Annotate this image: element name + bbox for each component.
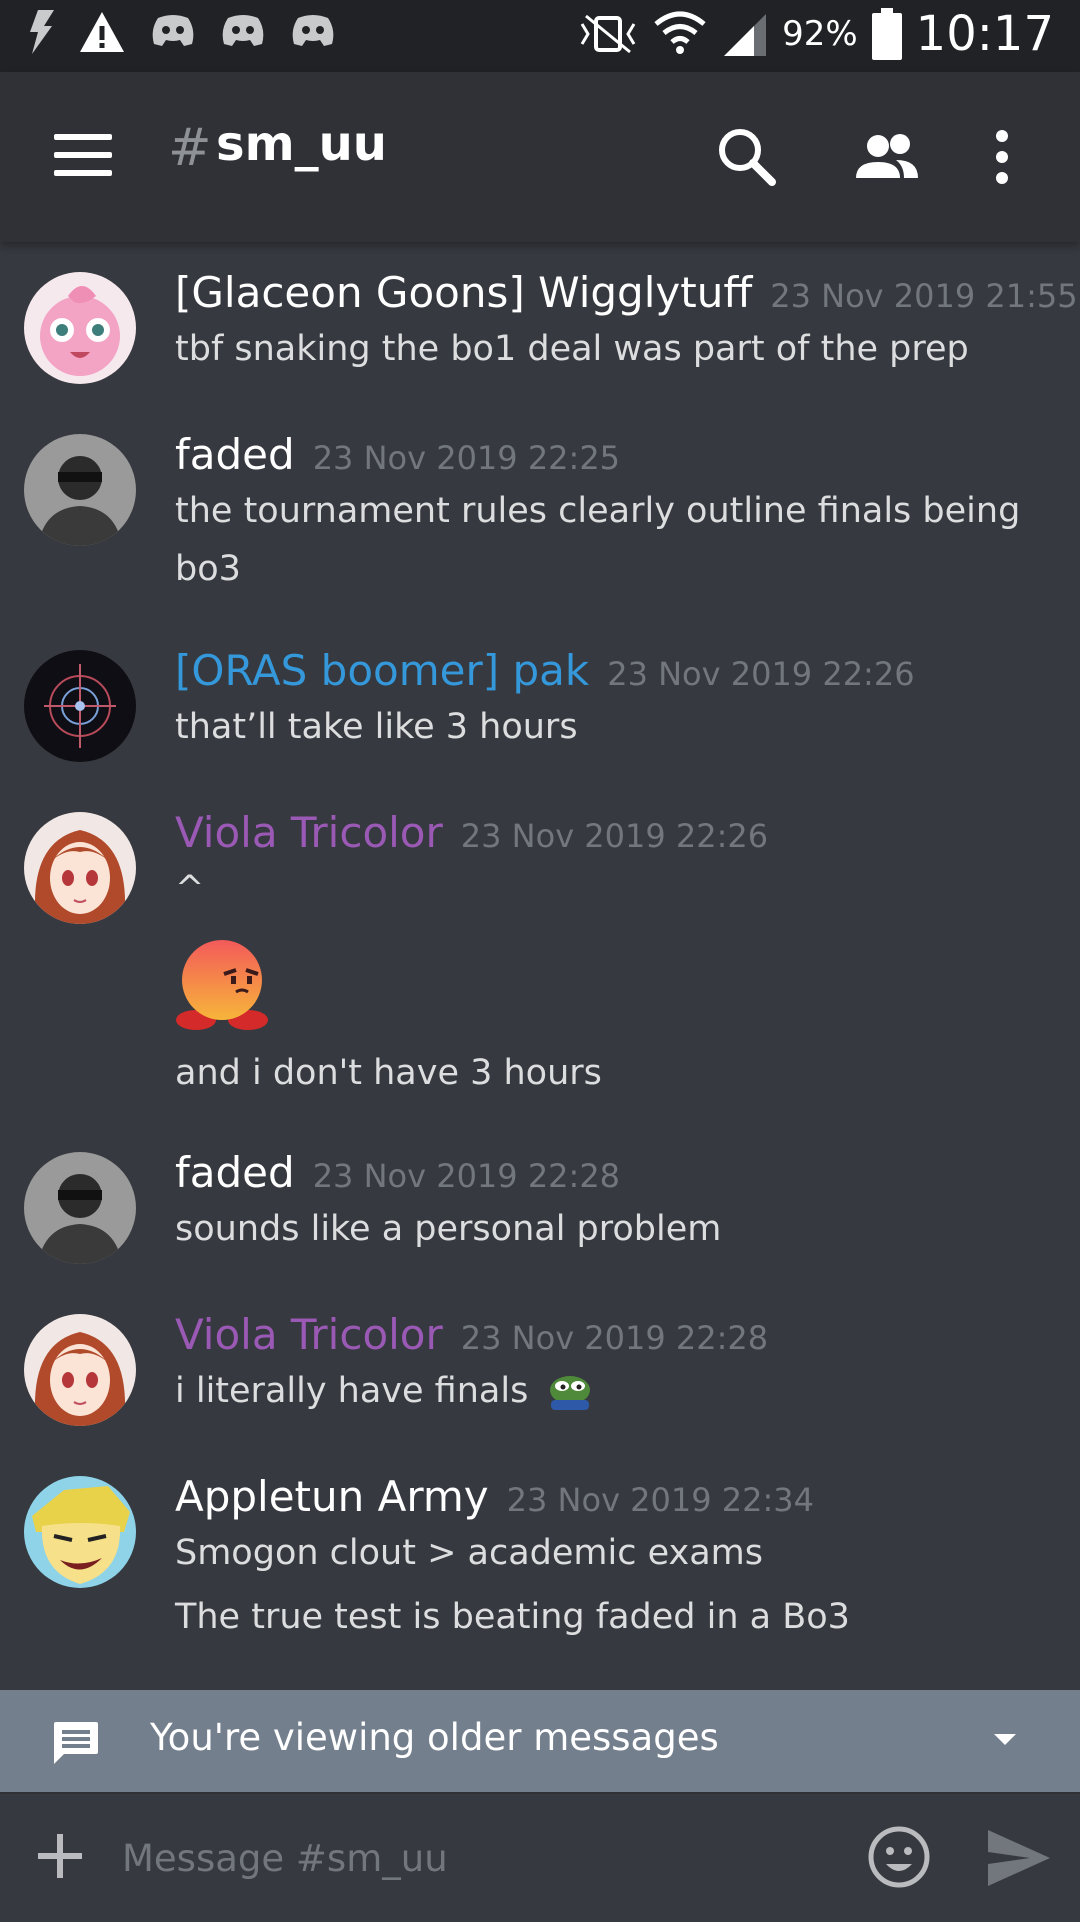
- vibrate-icon: [580, 14, 636, 54]
- battery-icon: [871, 8, 902, 60]
- abstract-art-avatar-icon: [24, 650, 136, 762]
- timestamp: 23 Nov 2019 21:55: [770, 277, 1078, 315]
- message-header: [ORAS boomer] pak 23 Nov 2019 22:26: [175, 646, 915, 695]
- more-vert-icon[interactable]: [982, 122, 1022, 192]
- plus-icon[interactable]: [32, 1828, 88, 1884]
- message-header: Appletun Army 23 Nov 2019 22:34: [175, 1472, 814, 1521]
- message-header: [Glaceon Goons] Wigglytuff 23 Nov 2019 21…: [175, 268, 1078, 317]
- message-text: and i don't have 3 hours: [175, 1053, 602, 1093]
- message-text-content: i literally have finals: [175, 1371, 529, 1411]
- message-list[interactable]: [Glaceon Goons] Wigglytuff 23 Nov 2019 21…: [0, 242, 1080, 1690]
- message-text: i literally have finals: [175, 1362, 1035, 1420]
- avatar[interactable]: [24, 1314, 136, 1426]
- timestamp: 23 Nov 2019 22:28: [460, 1319, 769, 1357]
- username[interactable]: Appletun Army: [175, 1472, 489, 1521]
- timestamp: 23 Nov 2019 22:25: [312, 439, 621, 477]
- search-icon[interactable]: [712, 122, 782, 192]
- timestamp: 23 Nov 2019 22:26: [607, 655, 915, 693]
- signal-icon: [724, 14, 767, 56]
- message-text: sounds like a personal problem: [175, 1209, 722, 1249]
- user-photo-avatar-icon: [24, 1152, 136, 1264]
- message-text: ^: [175, 869, 205, 909]
- discord-notification-icon: [152, 15, 194, 46]
- message-composer: [0, 1792, 1080, 1922]
- chat-bubble-icon: [54, 1722, 98, 1764]
- message-header: Viola Tricolor 23 Nov 2019 22:28: [175, 1310, 768, 1359]
- channel-name: sm_uu: [216, 116, 387, 172]
- menu-icon[interactable]: [54, 134, 112, 176]
- message-text: the tournament rules clearly outline fin…: [175, 491, 1021, 589]
- message-text: that’ll take like 3 hours: [175, 707, 578, 747]
- send-icon[interactable]: [986, 1828, 1052, 1888]
- message-header: faded 23 Nov 2019 22:28: [175, 1148, 620, 1197]
- username[interactable]: [Glaceon Goons] Wigglytuff: [175, 268, 752, 317]
- chevron-down-icon[interactable]: [992, 1732, 1018, 1748]
- username[interactable]: [ORAS boomer] pak: [175, 646, 589, 695]
- avatar[interactable]: [24, 1152, 136, 1264]
- channel-header: # sm_uu: [0, 72, 1080, 242]
- message-header: faded 23 Nov 2019 22:25: [175, 430, 620, 479]
- user-photo-avatar-icon: [24, 434, 136, 546]
- flash-icon: [30, 10, 54, 54]
- warning-icon: [80, 12, 124, 52]
- older-messages-text: You're viewing older messages: [150, 1716, 719, 1759]
- username[interactable]: Viola Tricolor: [175, 1310, 443, 1359]
- anime-girl-avatar-icon: [24, 1314, 136, 1426]
- pepe-emoji-icon: [550, 1376, 591, 1410]
- timestamp: 23 Nov 2019 22:28: [312, 1157, 621, 1195]
- avatar[interactable]: [24, 434, 136, 546]
- status-bar-system: 92% 10:17: [576, 6, 1054, 62]
- timestamp: 23 Nov 2019 22:34: [506, 1481, 814, 1519]
- message-header: Viola Tricolor 23 Nov 2019 22:26: [175, 808, 768, 857]
- status-bar-notifications: [28, 10, 336, 54]
- message-input[interactable]: [120, 1824, 844, 1892]
- avatar[interactable]: [24, 812, 136, 924]
- clock: 10:17: [915, 6, 1054, 62]
- anime-girl-avatar-icon: [24, 812, 136, 924]
- wigglytuff-avatar-icon: [24, 272, 136, 384]
- timestamp: 23 Nov 2019 22:26: [460, 817, 769, 855]
- message-text: The true test is beating faded in a Bo3: [175, 1597, 850, 1637]
- avatar[interactable]: [24, 650, 136, 762]
- username[interactable]: faded: [175, 1148, 295, 1197]
- status-bar: 92% 10:17: [0, 0, 1080, 72]
- avatar[interactable]: [24, 272, 136, 384]
- avatar[interactable]: [24, 1476, 136, 1588]
- message-text: tbf snaking the bo1 deal was part of the…: [175, 329, 969, 369]
- message-text: Smogon clout > academic exams: [175, 1533, 764, 1573]
- older-messages-banner[interactable]: You're viewing older messages: [0, 1690, 1080, 1792]
- angry-kirby-emoji-icon: [176, 940, 268, 1030]
- username[interactable]: Viola Tricolor: [175, 808, 443, 857]
- battery-percent: 92%: [782, 14, 858, 54]
- wifi-icon: [654, 11, 706, 54]
- discord-notification-icon: [222, 15, 264, 46]
- channel-hash: #: [168, 118, 212, 178]
- username[interactable]: faded: [175, 430, 295, 479]
- members-icon[interactable]: [852, 122, 922, 192]
- emoji-icon[interactable]: [866, 1824, 932, 1890]
- discord-notification-icon: [292, 15, 334, 46]
- jojo-avatar-icon: [24, 1476, 136, 1588]
